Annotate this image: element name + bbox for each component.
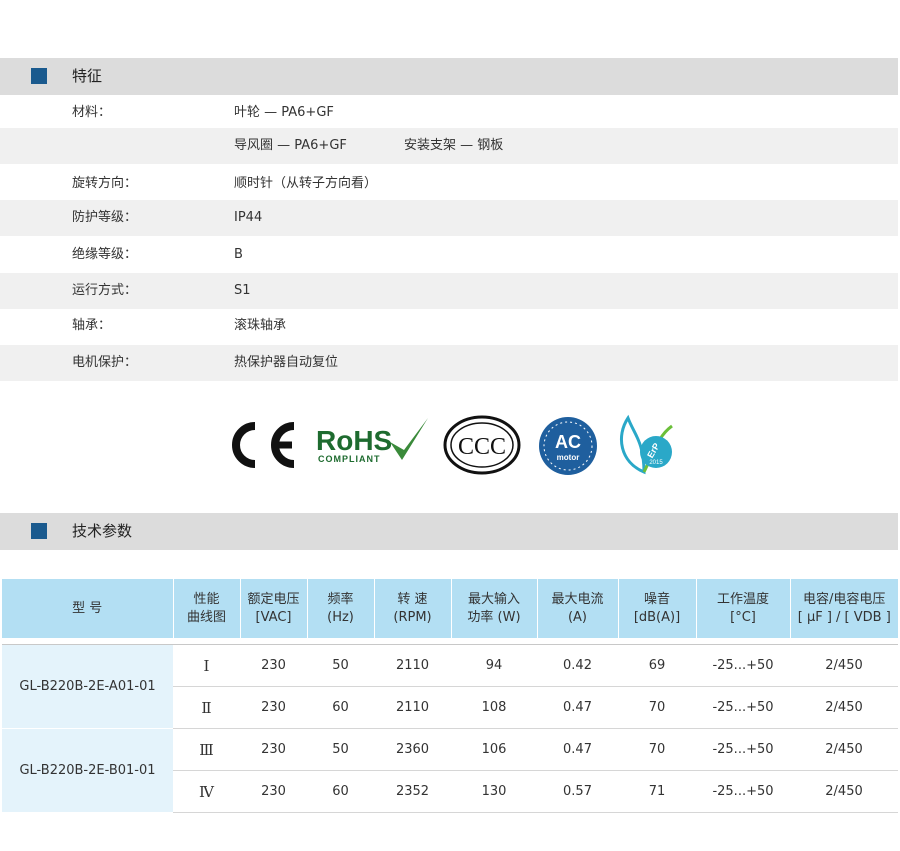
feature-label: 材料：	[72, 105, 112, 120]
temperature-cell: -25...+50	[696, 686, 790, 729]
curve-cell: Ⅰ	[173, 644, 240, 687]
feature-value-secondary: 安装支架 — 钢板	[404, 138, 504, 153]
feature-row-protection: 防护等级： IP44	[0, 200, 898, 236]
header-speed: 转 速 (RPM)	[374, 579, 452, 638]
model-name-cell: GL-B220B-2E-B01-01	[2, 728, 173, 813]
header-capacitor: 电容/电容电压[ μF ] / [ VDB ]	[790, 579, 898, 638]
feature-value: S1	[234, 283, 251, 298]
table-row: GL-B220B-2E-B01-01 Ⅲ 230 50 2360 106 0.4…	[2, 728, 898, 813]
erp-2015-icon: ErP 2015	[619, 414, 673, 475]
rohs-compliant-icon: RoHS COMPLIANT	[316, 418, 428, 464]
voltage-cell: 230	[240, 644, 307, 687]
erp-year-label: 2015	[649, 460, 663, 466]
speed-cell: 2110	[374, 686, 451, 729]
header-power: 最大输入 功率 (W)	[451, 579, 538, 638]
feature-value: 叶轮 — PA6+GF	[234, 105, 334, 120]
feature-value: 顺时针（从转子方向看）	[234, 176, 378, 191]
ccc-label: CCC	[458, 434, 506, 460]
feature-row-motor-protection: 电机保护： 热保护器自动复位	[0, 345, 898, 381]
power-cell: 106	[451, 728, 537, 771]
feature-row-material: 材料： 叶轮 — PA6+GF	[0, 95, 898, 131]
capacitor-cell: 2/450	[790, 686, 898, 729]
feature-label: 电机保护：	[72, 355, 138, 370]
feature-value: 滚珠轴承	[234, 318, 287, 333]
feature-value: 导风圈 — PA6+GF	[234, 138, 347, 153]
frequency-cell: 60	[307, 770, 374, 813]
temperature-cell: -25...+50	[696, 644, 790, 687]
capacitor-cell: 2/450	[790, 770, 898, 813]
features-header: 特征	[0, 58, 898, 95]
noise-cell: 70	[618, 686, 696, 729]
feature-row-material-2: 导风圈 — PA6+GF 安装支架 — 钢板	[0, 128, 898, 164]
header-model: 型 号	[2, 579, 174, 638]
curve-cell: Ⅲ	[173, 728, 240, 771]
feature-value: IP44	[234, 210, 263, 225]
voltage-cell: 230	[240, 728, 307, 771]
curve-cell: Ⅱ	[173, 686, 240, 729]
header-current: 最大电流 (A)	[537, 579, 619, 638]
noise-cell: 71	[618, 770, 696, 813]
rohs-label: RoHS	[316, 425, 392, 456]
model-name-cell: GL-B220B-2E-A01-01	[2, 644, 173, 729]
ac-label: AC	[555, 432, 581, 452]
certification-logos: RoHS COMPLIANT CCC AC motor ErP 2015	[220, 408, 690, 488]
header-voltage: 额定电压 [VAC]	[240, 579, 308, 638]
section-square-icon	[31, 68, 47, 84]
ce-mark-icon	[232, 422, 295, 468]
voltage-cell: 230	[240, 686, 307, 729]
specs-header: 技术参数	[0, 513, 898, 550]
feature-value: 热保护器自动复位	[234, 355, 339, 370]
feature-label: 防护等级：	[72, 210, 138, 225]
spec-table: 型 号 性能 曲线图 额定电压 [VAC] 频率 (Hz) 转 速 (RPM) 最大输入…	[2, 579, 898, 813]
feature-label: 轴承：	[72, 318, 112, 333]
table-row: GL-B220B-2E-A01-01 Ⅰ 230 50 2110 94 0.42…	[2, 644, 898, 729]
frequency-cell: 50	[307, 728, 374, 771]
noise-cell: 69	[618, 644, 696, 687]
power-cell: 130	[451, 770, 537, 813]
features-title: 特征	[72, 67, 103, 85]
feature-row-rotation: 旋转方向： 顺时针（从转子方向看）	[0, 166, 898, 202]
feature-value: B	[234, 247, 243, 262]
speed-cell: 2110	[374, 644, 451, 687]
feature-label: 旋转方向：	[72, 176, 138, 191]
rohs-sub-label: COMPLIANT	[318, 454, 381, 464]
ccc-mark-icon: CCC	[443, 415, 521, 475]
voltage-cell: 230	[240, 770, 307, 813]
current-cell: 0.57	[537, 770, 618, 813]
speed-cell: 2360	[374, 728, 451, 771]
current-cell: 0.47	[537, 728, 618, 771]
table-header-row: 型 号 性能 曲线图 额定电压 [VAC] 频率 (Hz) 转 速 (RPM) 最大输入…	[2, 579, 898, 638]
specs-title: 技术参数	[72, 522, 133, 540]
power-cell: 94	[451, 644, 537, 687]
header-curve: 性能 曲线图	[173, 579, 241, 638]
power-cell: 108	[451, 686, 537, 729]
feature-row-bearing: 轴承： 滚珠轴承	[0, 308, 898, 344]
feature-label: 运行方式：	[72, 283, 138, 298]
current-cell: 0.42	[537, 644, 618, 687]
capacitor-cell: 2/450	[790, 644, 898, 687]
header-noise: 噪音 [dB(A)]	[618, 579, 697, 638]
section-square-icon	[31, 523, 47, 539]
feature-row-operation: 运行方式： S1	[0, 273, 898, 309]
speed-cell: 2352	[374, 770, 451, 813]
temperature-cell: -25...+50	[696, 728, 790, 771]
temperature-cell: -25...+50	[696, 770, 790, 813]
noise-cell: 70	[618, 728, 696, 771]
header-temperature: 工作温度 [°C]	[696, 579, 791, 638]
ac-motor-icon: AC motor	[539, 417, 597, 475]
ac-sub-label: motor	[557, 453, 580, 462]
curve-cell: Ⅳ	[173, 770, 240, 813]
feature-row-insulation: 绝缘等级： B	[0, 237, 898, 273]
frequency-cell: 50	[307, 644, 374, 687]
current-cell: 0.47	[537, 686, 618, 729]
header-frequency: 频率 (Hz)	[307, 579, 375, 638]
frequency-cell: 60	[307, 686, 374, 729]
capacitor-cell: 2/450	[790, 728, 898, 771]
feature-label: 绝缘等级：	[72, 247, 138, 262]
